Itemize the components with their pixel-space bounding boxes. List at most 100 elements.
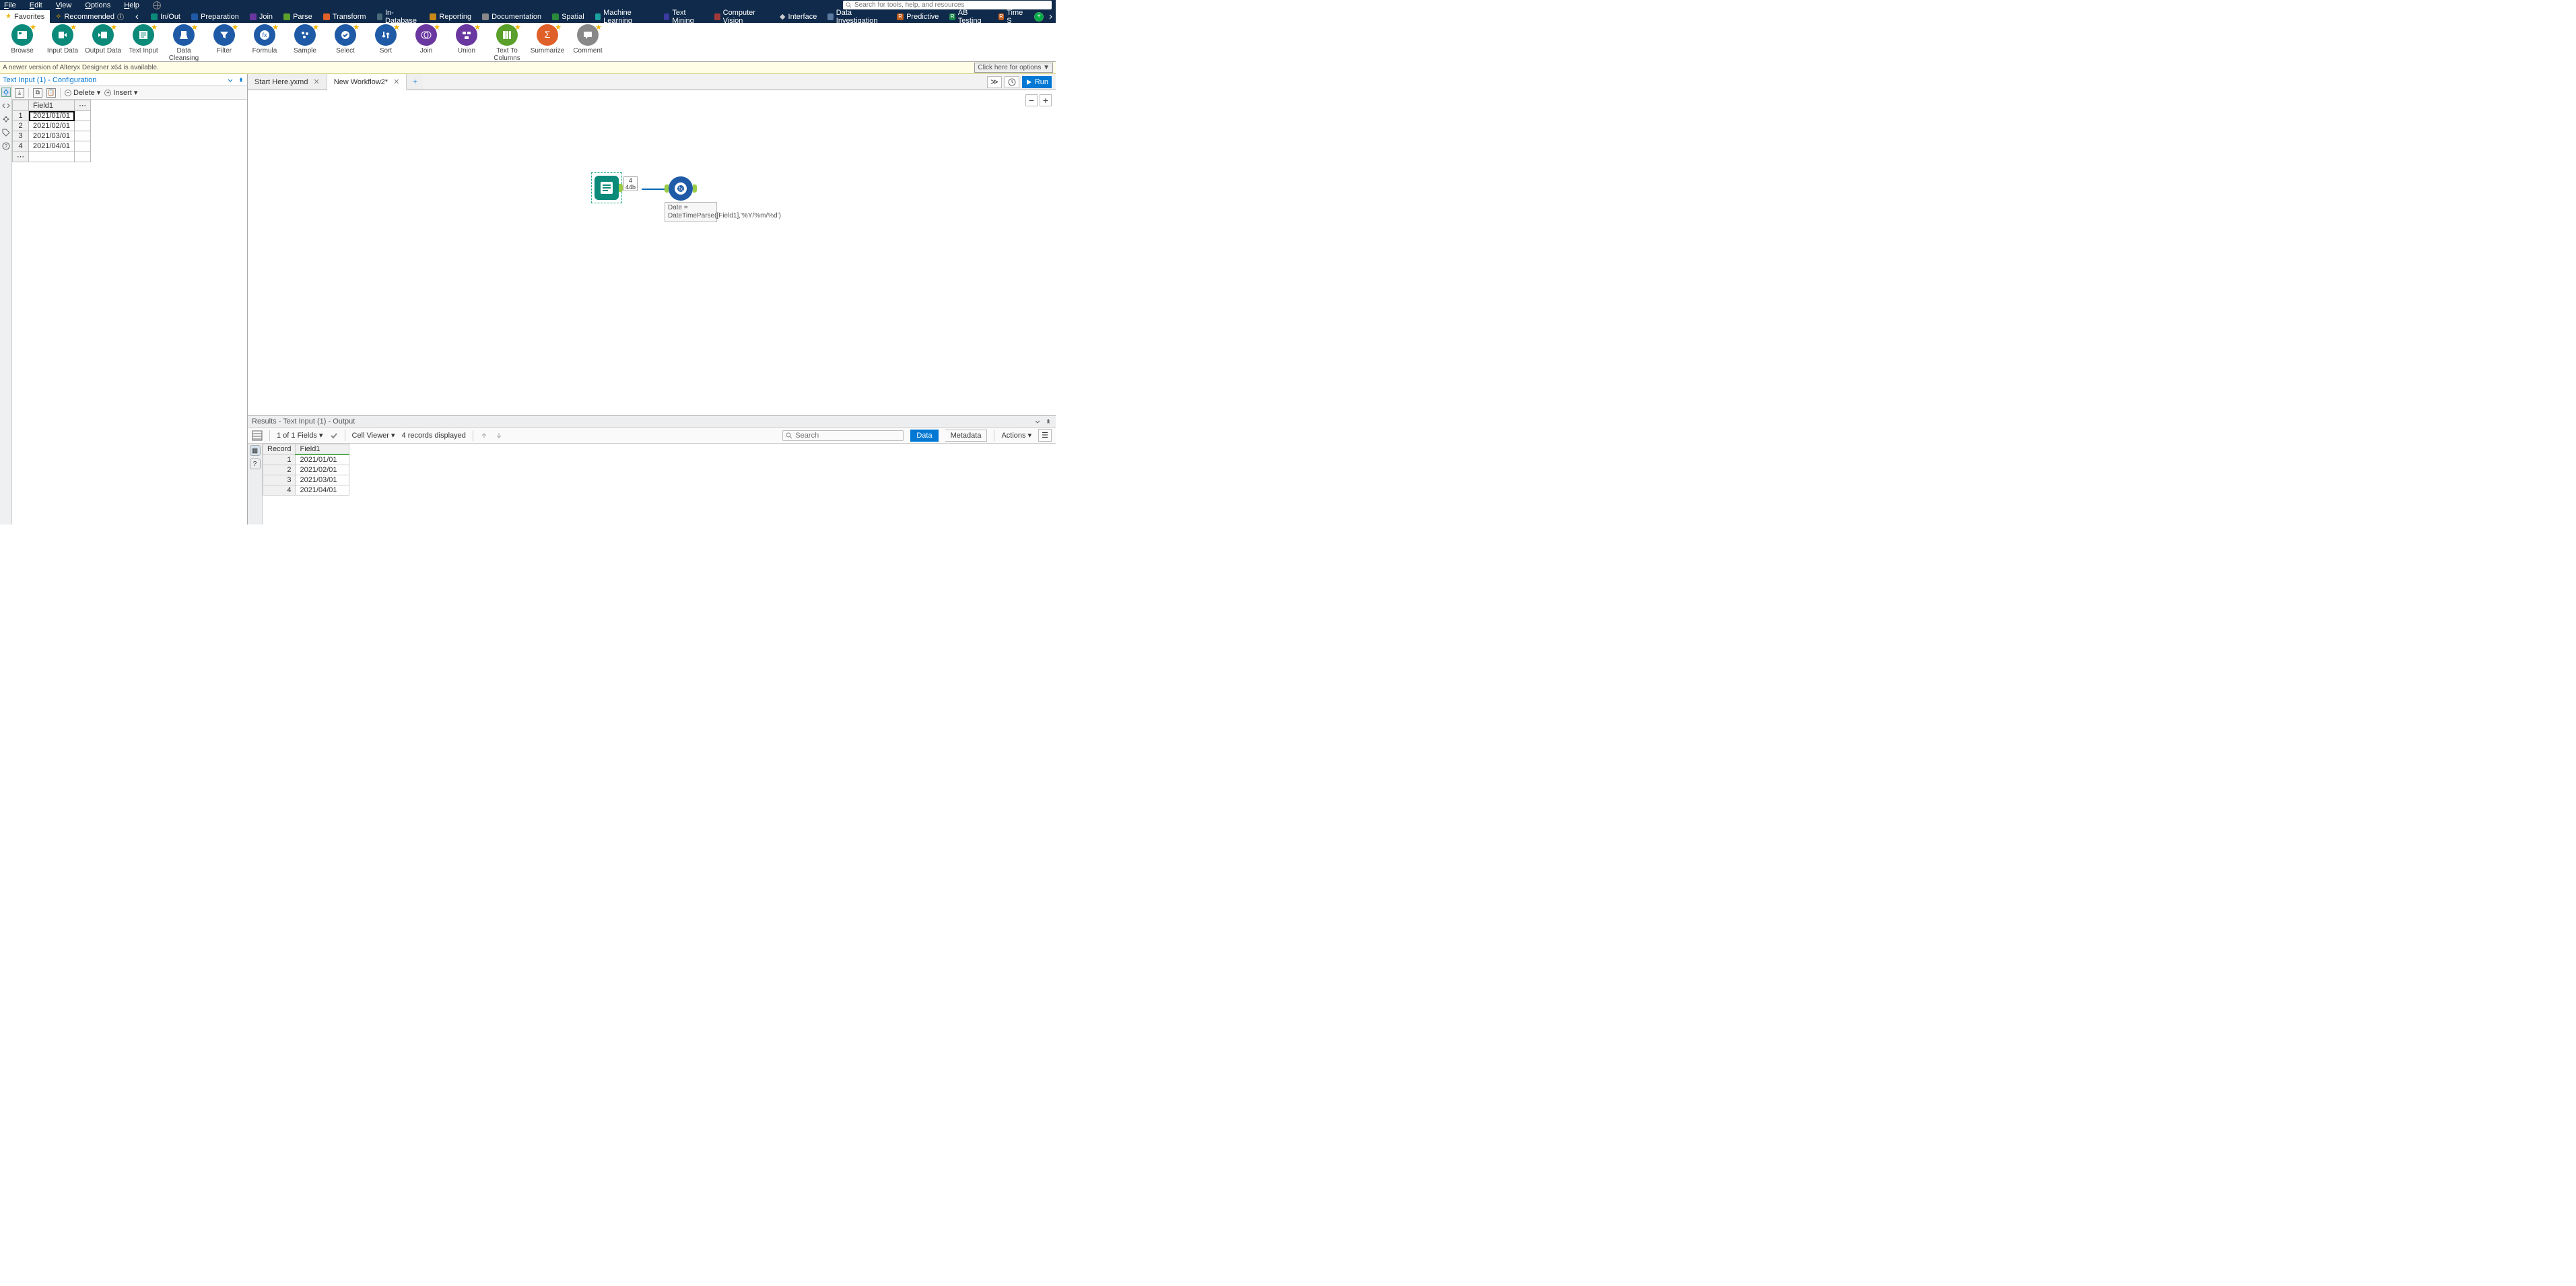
- config-help-icon[interactable]: ?: [1, 141, 11, 151]
- cat-scroll-left[interactable]: [129, 10, 145, 23]
- copy-icon[interactable]: ⧉: [33, 88, 42, 98]
- close-tab-icon[interactable]: ✕: [393, 77, 399, 86]
- cat-reporting[interactable]: Reporting: [424, 10, 477, 23]
- cat-scroll-right[interactable]: [1048, 14, 1053, 20]
- grid-cell-2[interactable]: 2021/02/01: [29, 121, 75, 131]
- results-layout-icon[interactable]: [252, 430, 263, 441]
- arrow-up-icon[interactable]: [480, 432, 488, 440]
- grid-header-field1[interactable]: Field1: [29, 100, 75, 111]
- arrow-down-icon[interactable]: [495, 432, 503, 440]
- tool-union[interactable]: ★Union: [448, 24, 485, 55]
- tool-formula[interactable]: ★fxFormula: [246, 24, 283, 55]
- tool-textinput[interactable]: ★Text Input: [125, 24, 162, 55]
- tool-outputdata[interactable]: ★Output Data: [85, 24, 121, 55]
- overflow-button[interactable]: ≫: [987, 76, 1002, 88]
- workflow-tab-new[interactable]: New Workflow2*✕: [327, 74, 407, 90]
- results-header-field1[interactable]: Field1: [296, 444, 349, 455]
- results-collapse-icon[interactable]: [1034, 418, 1041, 425]
- cat-parse[interactable]: Parse: [278, 10, 318, 23]
- menu-help[interactable]: Help: [124, 1, 139, 9]
- fields-dropdown[interactable]: 1 of 1 Fields ▾: [277, 431, 323, 440]
- results-header-record[interactable]: Record: [263, 444, 296, 455]
- tool-texttocolumns[interactable]: ★Text To Columns: [489, 24, 525, 62]
- results-table[interactable]: RecordField1 12021/01/01 22021/02/01 320…: [263, 444, 349, 524]
- cat-favorites[interactable]: ★Favorites: [0, 10, 50, 23]
- metadata-tab[interactable]: Metadata: [945, 430, 988, 442]
- close-tab-icon[interactable]: ✕: [313, 77, 319, 86]
- cat-transform[interactable]: Transform: [318, 10, 372, 23]
- cat-ml[interactable]: Machine Learning: [590, 10, 658, 23]
- workflow-canvas[interactable]: − + 444b fx: [248, 90, 1056, 415]
- output-anchor[interactable]: [693, 184, 697, 193]
- cat-cv[interactable]: Computer Vision: [709, 10, 774, 23]
- text-input-grid[interactable]: Field1⋯ 12021/01/01 22021/02/01 32021/03…: [12, 100, 247, 162]
- insert-button[interactable]: +Insert▾: [104, 88, 137, 97]
- menu-view[interactable]: View: [56, 1, 72, 9]
- canvas-node-text-input[interactable]: 444b: [591, 172, 622, 203]
- zoom-out-button[interactable]: −: [1025, 94, 1038, 106]
- tool-inputdata[interactable]: ★Input Data: [44, 24, 81, 55]
- menu-options[interactable]: Options: [85, 1, 110, 9]
- input-anchor[interactable]: [665, 184, 669, 193]
- tool-select[interactable]: ★Select: [327, 24, 364, 55]
- cat-predictive[interactable]: RPredictive: [891, 10, 944, 23]
- config-collapse-icon[interactable]: [227, 77, 234, 83]
- config-gear-icon[interactable]: [1, 88, 11, 97]
- table-row[interactable]: 22021/02/01: [263, 465, 349, 475]
- results-pin-icon[interactable]: [1045, 418, 1052, 425]
- import-icon[interactable]: ⤓: [15, 88, 24, 98]
- cell-viewer-dropdown[interactable]: Cell Viewer ▾: [352, 431, 395, 440]
- add-workflow-tab[interactable]: +: [407, 74, 423, 90]
- tool-sort[interactable]: ★Sort: [368, 24, 404, 55]
- global-search-input[interactable]: [854, 1, 1049, 9]
- table-row[interactable]: 32021/03/01: [263, 475, 349, 485]
- cat-preparation[interactable]: Preparation: [186, 10, 244, 23]
- canvas-node-formula[interactable]: fx: [669, 176, 693, 201]
- cat-indb[interactable]: In-Database: [372, 10, 425, 23]
- config-nav-icon[interactable]: [1, 114, 11, 124]
- results-help-icon[interactable]: ?: [250, 459, 261, 469]
- output-anchor[interactable]: [619, 184, 623, 192]
- update-options-button[interactable]: Click here for options ▼: [974, 63, 1053, 73]
- config-code-icon[interactable]: [1, 101, 11, 110]
- cat-spatial[interactable]: Spatial: [547, 10, 590, 23]
- zoom-in-button[interactable]: +: [1040, 94, 1052, 106]
- paste-icon[interactable]: 📋: [46, 88, 56, 98]
- globe-icon[interactable]: [153, 1, 161, 9]
- history-button[interactable]: [1005, 76, 1019, 88]
- results-menu-icon[interactable]: ☰: [1038, 429, 1052, 442]
- tool-browse[interactable]: ★Browse: [4, 24, 40, 55]
- run-button[interactable]: Run: [1022, 76, 1052, 88]
- cat-inout[interactable]: In/Out: [145, 10, 186, 23]
- cat-time[interactable]: RTime S: [993, 10, 1031, 23]
- results-search[interactable]: [782, 430, 904, 441]
- config-pin-icon[interactable]: [238, 77, 244, 83]
- tool-join[interactable]: ★Join: [408, 24, 444, 55]
- cat-recommended[interactable]: ✧Recommendedi: [50, 10, 129, 23]
- results-grid-icon[interactable]: ▦: [250, 445, 261, 456]
- add-category-icon[interactable]: +: [1034, 12, 1044, 22]
- menu-file[interactable]: File: [4, 1, 16, 9]
- check-icon[interactable]: [330, 432, 338, 440]
- actions-dropdown[interactable]: Actions ▾: [1001, 431, 1031, 440]
- tool-sample[interactable]: ★Sample: [287, 24, 323, 55]
- cat-textmining[interactable]: Text Mining: [658, 10, 709, 23]
- results-search-input[interactable]: [795, 432, 900, 440]
- cat-join[interactable]: Join: [244, 10, 278, 23]
- menu-edit[interactable]: Edit: [30, 1, 42, 9]
- cat-interface[interactable]: ◆Interface: [774, 10, 822, 23]
- grid-cell-1[interactable]: 2021/01/01: [29, 111, 75, 121]
- cat-documentation[interactable]: Documentation: [477, 10, 547, 23]
- table-row[interactable]: 12021/01/01: [263, 454, 349, 465]
- config-tag-icon[interactable]: [1, 128, 11, 137]
- delete-button[interactable]: −Delete▾: [65, 88, 100, 97]
- workflow-tab-start-here[interactable]: Start Here.yxmd✕: [248, 74, 327, 90]
- tool-datacleansing[interactable]: ★Data Cleansing: [166, 24, 202, 62]
- cat-abtest[interactable]: RAB Testing: [944, 10, 992, 23]
- tool-comment[interactable]: ★Comment: [570, 24, 606, 55]
- tool-summarize[interactable]: ★ΣSummarize: [529, 24, 566, 55]
- grid-cell-4[interactable]: 2021/04/01: [29, 141, 75, 151]
- cat-datainv[interactable]: Data Investigation: [822, 10, 891, 23]
- data-tab[interactable]: Data: [910, 430, 938, 442]
- table-row[interactable]: 42021/04/01: [263, 485, 349, 496]
